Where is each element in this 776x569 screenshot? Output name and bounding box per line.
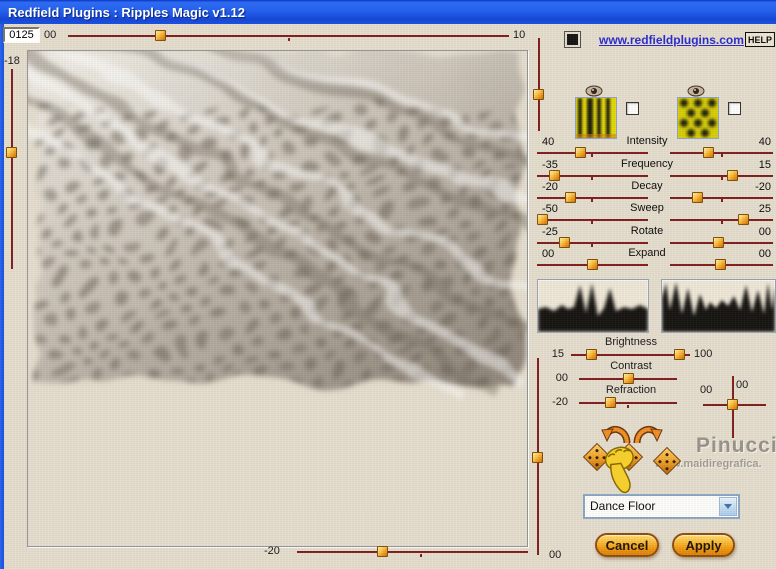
apply-label: Apply [685, 537, 722, 553]
left-slider-value: -18 [4, 55, 20, 67]
waveform-display-left [537, 279, 649, 333]
decay-left-value: -20 [542, 181, 558, 193]
expand-right-value: 00 [758, 248, 771, 260]
contrast-value: 00 [555, 372, 568, 384]
eye-icon [687, 85, 705, 97]
expand-right-handle[interactable] [715, 259, 726, 270]
refraction-value: -20 [552, 396, 568, 408]
chevron-down-icon [724, 504, 732, 509]
brightness-min-handle[interactable] [586, 349, 597, 360]
eye-icon [585, 85, 603, 97]
watermark-name: Pinuccia [696, 434, 776, 457]
phase-slider-value: 00 [549, 549, 562, 561]
decay-label: Decay [631, 180, 663, 192]
left-slider-track[interactable] [11, 69, 13, 269]
dropdown-button[interactable] [719, 497, 737, 516]
sweep-label: Sweep [630, 202, 664, 214]
rotate-right-value: 00 [758, 226, 771, 238]
left-slider-handle[interactable] [6, 147, 17, 158]
slider-row-decay: -20 Decay -20 [537, 180, 776, 204]
decay-right-value: -20 [755, 181, 771, 193]
sweep-left-handle[interactable] [537, 214, 548, 225]
plugin-window: Redfield Plugins : Ripples Magic v1.12 0… [0, 0, 776, 569]
texture2-checkbox[interactable] [728, 102, 741, 115]
brightness-label: Brightness [605, 336, 657, 348]
slider-tick [420, 554, 422, 557]
window-title: Redfield Plugins : Ripples Magic v1.12 [8, 4, 245, 20]
texture-thumbnail-stripes[interactable] [575, 97, 617, 139]
frequency-right-value: 15 [758, 159, 771, 171]
offset-v-value: 00 [736, 379, 749, 391]
frequency-right-handle[interactable] [727, 170, 738, 181]
window-left-border [0, 24, 4, 569]
slider-tick [627, 405, 629, 408]
top-slider-track[interactable] [68, 35, 509, 37]
top-slider-handle[interactable] [155, 30, 166, 41]
color-swatch [567, 34, 578, 45]
sweep-right-handle[interactable] [738, 214, 749, 225]
hand-cursor-icon [604, 446, 634, 494]
zoom-slider-handle[interactable] [533, 89, 544, 100]
brightness-max-value: 100 [694, 348, 713, 360]
rotate-left-value: -25 [542, 226, 558, 238]
texture1-checkbox[interactable] [626, 102, 639, 115]
top-slider-tick [288, 38, 290, 41]
contrast-handle[interactable] [623, 373, 634, 384]
slider-tick [721, 154, 723, 157]
refraction-track[interactable] [579, 402, 677, 404]
slider-row-frequency: -35 Frequency 15 [537, 158, 776, 182]
bottom-slider-value: -20 [264, 545, 280, 557]
expand-label: Expand [628, 247, 666, 259]
intensity-label: Intensity [626, 135, 668, 147]
slider-row-intensity: 40 Intensity 40 [537, 135, 776, 159]
texture-thumbnail-dots[interactable] [677, 97, 719, 139]
slider-tick [721, 221, 723, 224]
title-bar[interactable]: Redfield Plugins : Ripples Magic v1.12 [0, 0, 776, 24]
slider-row-expand: 00 Expand 00 [537, 247, 776, 271]
seed-value: 0125 [9, 29, 34, 41]
apply-button[interactable]: Apply [672, 533, 735, 557]
waveform-display-right [661, 279, 776, 333]
expand-left-handle[interactable] [587, 259, 598, 270]
intensity-left-value: 40 [542, 136, 555, 148]
bottom-slider-handle[interactable] [377, 546, 388, 557]
bottom-slider-track[interactable] [297, 551, 528, 553]
ripple-preview-render [28, 51, 527, 400]
slider-tick [591, 221, 593, 224]
contrast-label: Contrast [610, 360, 652, 372]
frequency-label: Frequency [621, 158, 673, 170]
help-button[interactable]: HELP [745, 32, 775, 47]
cancel-button[interactable]: Cancel [595, 533, 659, 557]
color-swatch-button[interactable] [564, 31, 581, 48]
website-link[interactable]: www.redfieldplugins.com [599, 33, 744, 47]
random-dice-button[interactable] [652, 446, 682, 476]
seed-value-box[interactable]: 0125 [3, 27, 40, 43]
intensity-left-handle[interactable] [575, 147, 586, 158]
slider-row-rotate: -25 Rotate 00 [537, 225, 776, 249]
preview-image[interactable] [27, 50, 528, 547]
rotate-label: Rotate [630, 225, 664, 237]
refraction-handle[interactable] [605, 397, 616, 408]
help-label: HELP [747, 34, 772, 45]
intensity-right-value: 40 [758, 136, 771, 148]
cancel-label: Cancel [605, 537, 649, 553]
offset-h-value: 00 [700, 384, 713, 396]
slider-tick [591, 154, 593, 157]
expand-left-value: 00 [542, 248, 555, 260]
intensity-right-handle[interactable] [703, 147, 714, 158]
zoom-slider-track[interactable] [538, 38, 540, 131]
top-slider-max-label: 10 [513, 29, 526, 41]
phase-slider-handle[interactable] [532, 452, 543, 463]
brightness-max-handle[interactable] [674, 349, 685, 360]
slider-row-sweep: -50 Sweep 25 [537, 202, 776, 226]
undo-redo-arrows-icon[interactable] [601, 423, 663, 446]
offset-handle[interactable] [727, 399, 738, 410]
frequency-left-handle[interactable] [549, 170, 560, 181]
brightness-min-value: 15 [551, 348, 564, 360]
top-slider-min-label: 00 [44, 29, 57, 41]
refraction-label: Refraction [605, 384, 657, 396]
